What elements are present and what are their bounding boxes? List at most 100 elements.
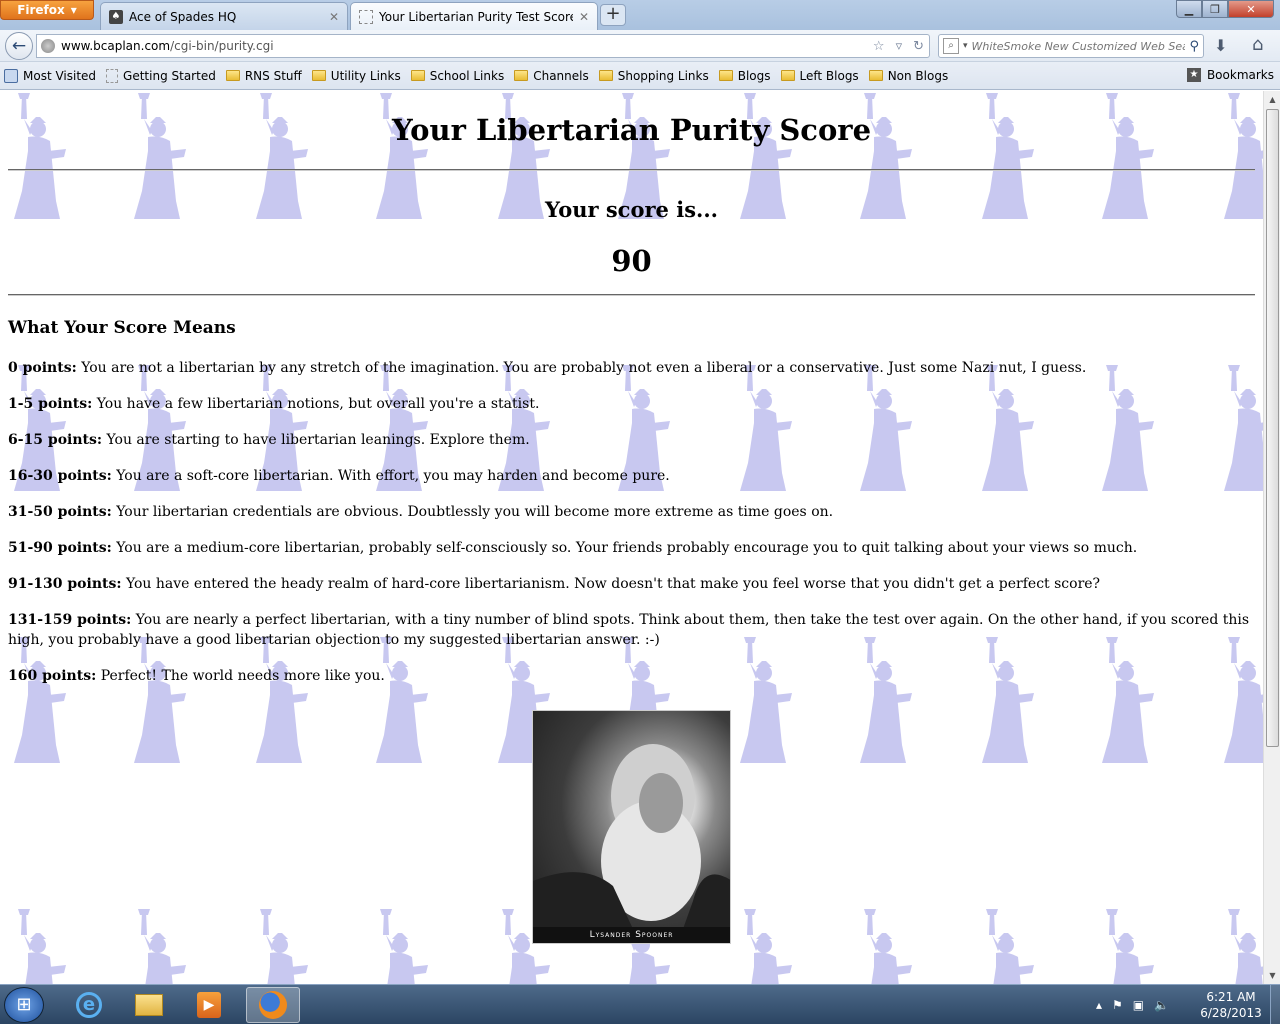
back-button[interactable]: ← <box>5 32 33 60</box>
bookmark-rns-stuff[interactable]: RNS Stuff <box>225 69 302 83</box>
close-tab-icon[interactable]: ✕ <box>579 10 589 24</box>
folder-icon <box>718 70 733 81</box>
reload-icon[interactable]: ↻ <box>913 39 924 54</box>
tab-label: Your Libertarian Purity Test Score <box>379 9 573 24</box>
score-range-51-90: 51-90 points: You are a medium-core libe… <box>8 538 1255 558</box>
internet-explorer-icon: e <box>76 992 102 1018</box>
range-label: 91-130 points: <box>8 576 122 592</box>
search-magnifier-icon[interactable]: ⚲ <box>1189 39 1199 54</box>
scroll-down-arrow-icon[interactable]: ▼ <box>1264 967 1280 984</box>
page-viewport: Your Libertarian Purity Score Your score… <box>0 91 1263 984</box>
taskbar-windows-explorer[interactable] <box>122 987 176 1023</box>
statue-of-liberty-icon <box>864 909 912 984</box>
chevron-down-icon[interactable]: ▾ <box>963 41 968 51</box>
taskbar-firefox[interactable] <box>246 987 300 1023</box>
url-text[interactable]: www.bcaplan.com/cgi-bin/purity.cgi <box>61 39 867 53</box>
volume-icon[interactable]: 🔈 <box>1154 998 1169 1012</box>
search-engine-icon[interactable]: ⌕ <box>943 38 959 54</box>
firefox-menu-label: Firefox <box>17 3 65 17</box>
page-content: Your Libertarian Purity Score Your score… <box>0 91 1263 686</box>
scrollbar-thumb[interactable] <box>1266 109 1279 747</box>
bookmark-label: Utility Links <box>330 68 401 83</box>
portrait-image <box>533 744 730 929</box>
bookmark-getting-started[interactable]: Getting Started <box>106 68 216 83</box>
ace-of-spades-favicon-icon: ♠ <box>109 9 123 24</box>
bookmark-non-blogs[interactable]: Non Blogs <box>868 68 949 83</box>
range-description: You have a few libertarian notions, but … <box>92 396 540 412</box>
url-path: /cgi-bin/purity.cgi <box>170 39 274 53</box>
scroll-up-arrow-icon[interactable]: ▲ <box>1264 91 1280 108</box>
statue-of-liberty-icon <box>744 909 792 984</box>
page-title: Your Libertarian Purity Score <box>391 113 872 147</box>
statue-of-liberty-icon <box>18 909 66 984</box>
range-description: You are starting to have libertarian lea… <box>102 432 530 448</box>
statue-of-liberty-icon <box>380 909 428 984</box>
range-label: 31-50 points: <box>8 504 112 520</box>
bookmark-label: Non Blogs <box>887 68 949 83</box>
tab-purity-score[interactable]: Your Libertarian Purity Test Score ✕ <box>350 2 598 30</box>
bookmarks-toolbar: Most Visited Getting Started RNS Stuff U… <box>0 62 1280 90</box>
home-icon[interactable]: ⌂ <box>1252 34 1263 55</box>
search-bar[interactable]: ⌕ ▾ ⚲ <box>938 34 1204 58</box>
folder-icon <box>868 70 883 81</box>
range-label: 0 points: <box>8 360 77 376</box>
history-dropdown-icon[interactable]: ▿ <box>896 39 903 54</box>
bookmark-school-links[interactable]: School Links <box>410 68 505 83</box>
bookmark-label: School Links <box>429 68 505 83</box>
firefox-menu-button[interactable]: Firefox ▾ <box>0 0 94 20</box>
portrait-caption: Lysander Spooner <box>533 927 730 943</box>
maximize-button[interactable]: ❐ <box>1202 0 1228 18</box>
back-arrow-icon: ← <box>11 36 27 56</box>
minimize-button[interactable]: ▁ <box>1176 0 1202 18</box>
close-window-button[interactable]: ✕ <box>1228 0 1274 18</box>
downloads-icon[interactable]: ⬇ <box>1214 36 1227 55</box>
range-label: 160 points: <box>8 668 97 684</box>
bookmark-label: Channels <box>533 68 589 83</box>
clock-time: 6:21 AM <box>1206 990 1256 1004</box>
bookmarks-menu-label: Bookmarks <box>1206 68 1274 82</box>
clock-date: 6/28/2013 <box>1200 1006 1262 1020</box>
chevron-down-icon: ▾ <box>70 3 77 17</box>
folder-icon <box>514 70 529 81</box>
score-range-0: 0 points: You are not a libertarian by a… <box>8 358 1255 378</box>
tab-ace-of-spades[interactable]: ♠ Ace of Spades HQ ✕ <box>100 2 348 30</box>
statue-of-liberty-icon <box>1106 909 1154 984</box>
score-range-6-15: 6-15 points: You are starting to have li… <box>8 430 1255 450</box>
action-center-flag-icon[interactable]: ⚑ <box>1112 998 1123 1012</box>
system-clock[interactable]: 6:21 AM 6/28/2013 <box>1196 989 1266 1021</box>
show-hidden-icons-icon[interactable]: ▴ <box>1096 998 1102 1012</box>
taskbar-internet-explorer[interactable]: e <box>62 987 116 1023</box>
start-button[interactable]: ⊞ <box>4 987 44 1023</box>
show-desktop-button[interactable] <box>1270 985 1280 1024</box>
bookmark-blogs[interactable]: Blogs <box>718 68 771 83</box>
windows-taskbar: ⊞ e ▶ ▴ ⚑ ▣ 🔈 6:21 AM 6/28/2013 <box>0 984 1280 1024</box>
bookmark-channels[interactable]: Channels <box>514 69 589 83</box>
title-bar: Firefox ▾ ♠ Ace of Spades HQ ✕ Your Libe… <box>0 0 1280 30</box>
vertical-scrollbar[interactable]: ▲ ▼ <box>1263 91 1280 984</box>
bookmark-shopping-links[interactable]: Shopping Links <box>598 69 709 83</box>
divider <box>8 294 1255 296</box>
range-label: 131-159 points: <box>8 612 132 628</box>
bookmark-utility-links[interactable]: Utility Links <box>311 68 401 83</box>
url-domain: www.bcaplan.com <box>61 39 171 53</box>
score-range-131-159: 131-159 points: You are nearly a perfect… <box>8 610 1255 650</box>
new-tab-button[interactable]: + <box>600 4 626 26</box>
search-input[interactable] <box>971 39 1186 53</box>
bookmark-left-blogs[interactable]: Left Blogs <box>780 69 859 83</box>
taskbar-media-player[interactable]: ▶ <box>182 987 236 1023</box>
site-identity-icon[interactable] <box>41 39 55 53</box>
score-range-91-130: 91-130 points: You have entered the head… <box>8 574 1255 594</box>
bookmark-label: Blogs <box>737 68 771 83</box>
score-range-160: 160 points: Perfect! The world needs mor… <box>8 666 1255 686</box>
range-description: Perfect! The world needs more like you. <box>96 668 385 684</box>
folder-icon <box>225 70 240 81</box>
bookmarks-menu-button[interactable]: ★ Bookmarks <box>1186 68 1274 82</box>
url-bar[interactable]: www.bcaplan.com/cgi-bin/purity.cgi ☆ ▿ ↻ <box>36 34 930 58</box>
network-icon[interactable]: ▣ <box>1133 998 1144 1012</box>
folder-icon <box>311 70 326 81</box>
bookmark-star-icon[interactable]: ☆ <box>873 39 885 54</box>
bookmark-most-visited[interactable]: Most Visited <box>4 68 96 83</box>
divider <box>8 169 1255 171</box>
close-tab-icon[interactable]: ✕ <box>329 10 339 24</box>
range-label: 6-15 points: <box>8 432 103 448</box>
